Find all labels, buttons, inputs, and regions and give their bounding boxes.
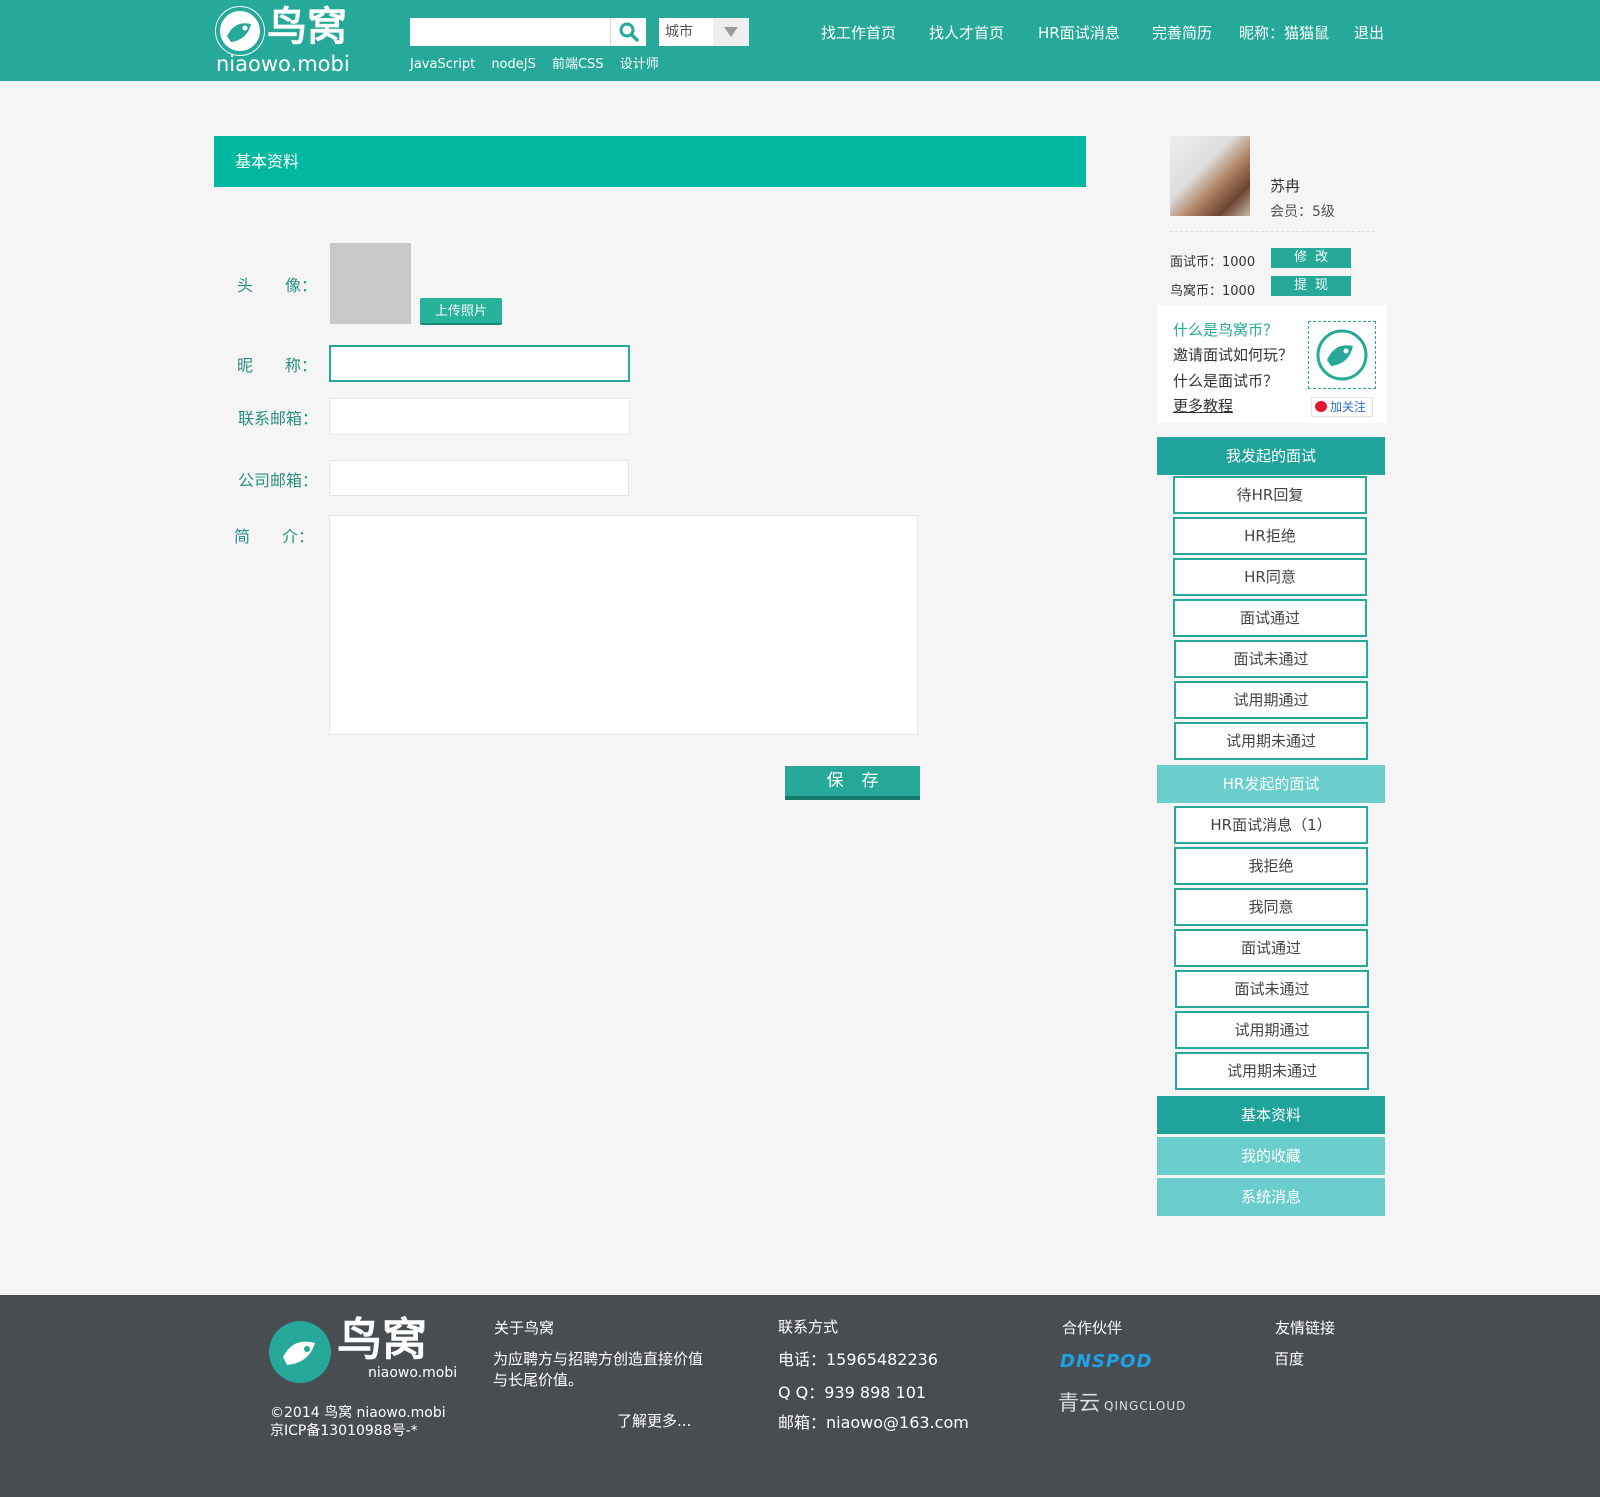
search-button[interactable] [610, 18, 646, 46]
logo[interactable]: 鸟窝 niaowo.mobi [215, 4, 365, 76]
about-title: 关于鸟窝 [494, 1319, 555, 1337]
partners-title: 合作伙伴 [1062, 1319, 1123, 1337]
hot-tag[interactable]: nodeJS [491, 57, 536, 72]
niaowo-coins: 鸟窝币：1000 [1170, 284, 1256, 299]
qingcloud-en: QINGCLOUD [1104, 1399, 1187, 1413]
search-input[interactable] [410, 18, 610, 46]
intro-textarea[interactable] [329, 515, 918, 735]
upload-photo-button[interactable]: 上传照片 [420, 298, 502, 325]
nickname-field[interactable] [329, 345, 630, 382]
about-text: 为应聘方与招聘方创造直接价值与长尾价值。 [493, 1350, 704, 1389]
sidebar-item-i-agreed[interactable]: 我同意 [1174, 888, 1368, 926]
bird-logo-icon [269, 1321, 331, 1383]
withdraw-button[interactable]: 提现 [1271, 276, 1351, 296]
city-select-value: 城市 [665, 24, 693, 40]
bird-logo-icon [215, 6, 265, 56]
partner-dnspod[interactable]: DNSPOD [1060, 1351, 1152, 1372]
nav-logout[interactable]: 退出 [1354, 22, 1384, 43]
avatar-label: 头 像： [237, 276, 318, 295]
edit-button[interactable]: 修改 [1271, 248, 1351, 268]
bird-logo-icon [1316, 329, 1368, 381]
weibo-follow-button[interactable]: 加关注 [1311, 397, 1373, 417]
hot-tag[interactable]: 前端CSS [552, 57, 604, 72]
page-title: 基本资料 [214, 136, 1086, 187]
my-interviews-header[interactable]: 我发起的面试 [1157, 437, 1385, 475]
search-box [410, 18, 646, 46]
contact-qq: Q Q：939 898 101 [778, 1383, 927, 1402]
chevron-down-icon [713, 18, 749, 46]
qr-code [1308, 321, 1376, 389]
user-level: 会员：5级 [1270, 204, 1335, 220]
sidebar-item-probation-failed[interactable]: 试用期未通过 [1174, 722, 1368, 760]
nav-resume[interactable]: 完善简历 [1152, 22, 1212, 43]
nav-find-talent[interactable]: 找人才首页 [929, 22, 1004, 43]
footer-logo-en: niaowo.mobi [368, 1365, 458, 1381]
company-email-field[interactable] [329, 460, 629, 496]
sidebar-item-probation-failed[interactable]: 试用期未通过 [1175, 1052, 1369, 1090]
nav-find-job[interactable]: 找工作首页 [821, 22, 896, 43]
search-icon [619, 22, 639, 42]
follow-label: 加关注 [1330, 400, 1367, 414]
sidebar-item-favorites[interactable]: 我的收藏 [1157, 1137, 1385, 1175]
sidebar-item-interview-failed[interactable]: 面试未通过 [1175, 970, 1369, 1008]
hot-tag[interactable]: JavaScript [410, 57, 475, 72]
weibo-icon [1315, 401, 1327, 412]
header: 鸟窝 niaowo.mobi 城市 JavaScript nodeJS 前端CS… [0, 0, 1600, 81]
footer: 鸟窝 niaowo.mobi ©2014 鸟窝 niaowo.mobi 京ICP… [0, 1295, 1600, 1497]
contact-email-label: 联系邮箱： [238, 409, 319, 428]
qingcloud-cn: 青云 [1058, 1391, 1100, 1415]
sidebar-item-basic-info[interactable]: 基本资料 [1157, 1096, 1385, 1134]
tutorial-link[interactable]: 邀请面试如何玩？ [1173, 344, 1293, 365]
copyright: ©2014 鸟窝 niaowo.mobi [270, 1405, 446, 1421]
sidebar-item-interview-passed[interactable]: 面试通过 [1174, 929, 1368, 967]
sidebar-item-awaiting-hr[interactable]: 待HR回复 [1173, 476, 1367, 514]
hot-tag[interactable]: 设计师 [620, 57, 659, 72]
divider [1170, 231, 1375, 232]
user-avatar [1170, 136, 1250, 216]
contact-title: 联系方式 [778, 1318, 839, 1336]
contact-phone: 电话：15965482236 [778, 1350, 938, 1369]
city-select[interactable]: 城市 [659, 18, 749, 46]
more-tutorials-link[interactable]: 更多教程 [1173, 395, 1233, 416]
user-name: 苏冉 [1270, 177, 1301, 195]
sidebar-item-hr-rejected[interactable]: HR拒绝 [1173, 517, 1367, 555]
logo-text-en: niaowo.mobi [216, 52, 350, 76]
company-email-label: 公司邮箱： [238, 471, 319, 490]
links-title: 友情链接 [1275, 1319, 1336, 1337]
sidebar-item-system-messages[interactable]: 系统消息 [1157, 1178, 1385, 1216]
nickname-label: 昵 称： [237, 356, 318, 375]
hot-tags: JavaScript nodeJS 前端CSS 设计师 [410, 53, 671, 72]
contact-email-field[interactable] [329, 398, 630, 435]
contact-email: 邮箱：niaowo@163.com [778, 1413, 969, 1432]
icp-number: 京ICP备13010988号-* [270, 1423, 418, 1439]
nav-hr-messages[interactable]: HR面试消息 [1038, 22, 1120, 43]
sidebar-item-probation-passed[interactable]: 试用期通过 [1174, 681, 1368, 719]
tutorial-link[interactable]: 什么是面试币？ [1173, 370, 1278, 391]
save-button[interactable]: 保存 [785, 766, 920, 800]
sidebar-item-interview-passed[interactable]: 面试通过 [1173, 599, 1367, 637]
sidebar-item-probation-passed[interactable]: 试用期通过 [1175, 1011, 1369, 1049]
interview-coins: 面试币：1000 [1170, 255, 1256, 270]
intro-label: 简 介： [234, 527, 315, 546]
sidebar-item-i-rejected[interactable]: 我拒绝 [1174, 847, 1368, 885]
footer-logo-cn: 鸟窝 [337, 1313, 428, 1366]
avatar-placeholder [330, 243, 411, 324]
nav-nickname[interactable]: 昵称：猫猫鼠 [1239, 22, 1329, 43]
sidebar-item-hr-agreed[interactable]: HR同意 [1173, 558, 1367, 596]
about-more-link[interactable]: 了解更多... [617, 1411, 691, 1432]
tutorial-link[interactable]: 什么是鸟窝币？ [1173, 319, 1278, 340]
tutorial-box: 什么是鸟窝币？ 邀请面试如何玩？ 什么是面试币？ 更多教程 加关注 [1158, 305, 1387, 423]
partner-qingcloud[interactable]: 青云 QINGCLOUD [1058, 1387, 1186, 1417]
hr-interviews-header[interactable]: HR发起的面试 [1157, 765, 1385, 803]
sidebar-item-interview-failed[interactable]: 面试未通过 [1174, 640, 1368, 678]
sidebar-item-hr-messages[interactable]: HR面试消息（1） [1174, 806, 1368, 844]
logo-text-cn: 鸟窝 [267, 4, 347, 50]
link-baidu[interactable]: 百度 [1274, 1349, 1304, 1370]
